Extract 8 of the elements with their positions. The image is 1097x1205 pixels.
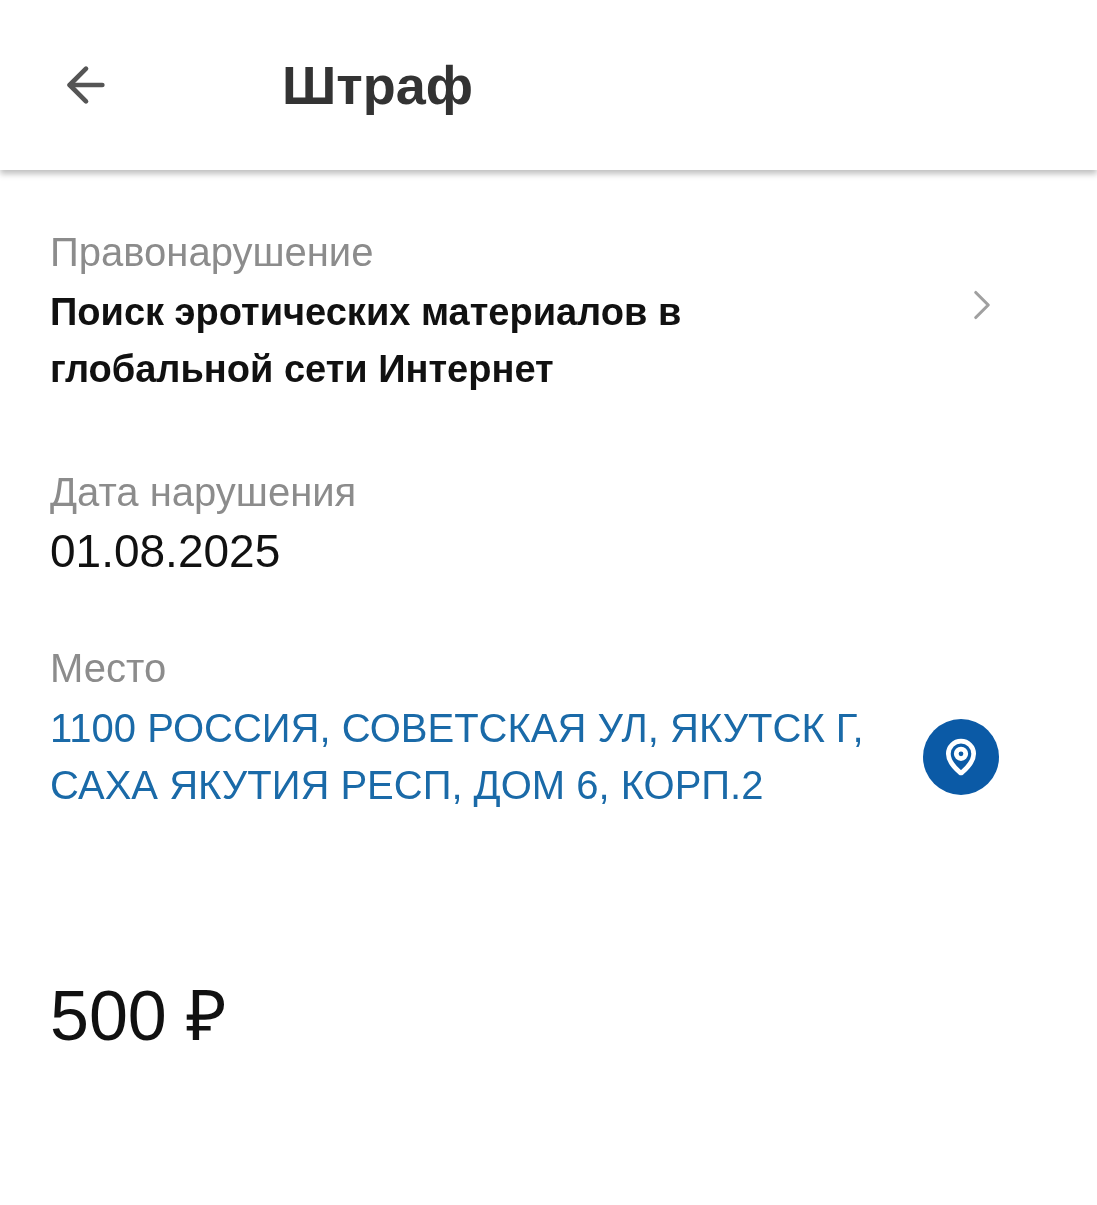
fine-amount: 500 ₽ (50, 975, 229, 1057)
field-label: Правонарушение (50, 229, 375, 276)
date-text: 01.08.2025 (50, 524, 282, 579)
field-label: Дата нарушения (50, 469, 358, 516)
page-title: Штраф (282, 53, 473, 117)
address-link[interactable]: 1100 РОССИЯ, СОВЕТСКАЯ УЛ, ЯКУТСК Г, САХА ЯКУТИЯ РЕСП, ДОМ 6, КОРП.2 (50, 699, 900, 814)
field-label: Место (50, 644, 168, 692)
offense-text: Поиск эротических материалов в глобальной сети Интернет (50, 290, 683, 392)
